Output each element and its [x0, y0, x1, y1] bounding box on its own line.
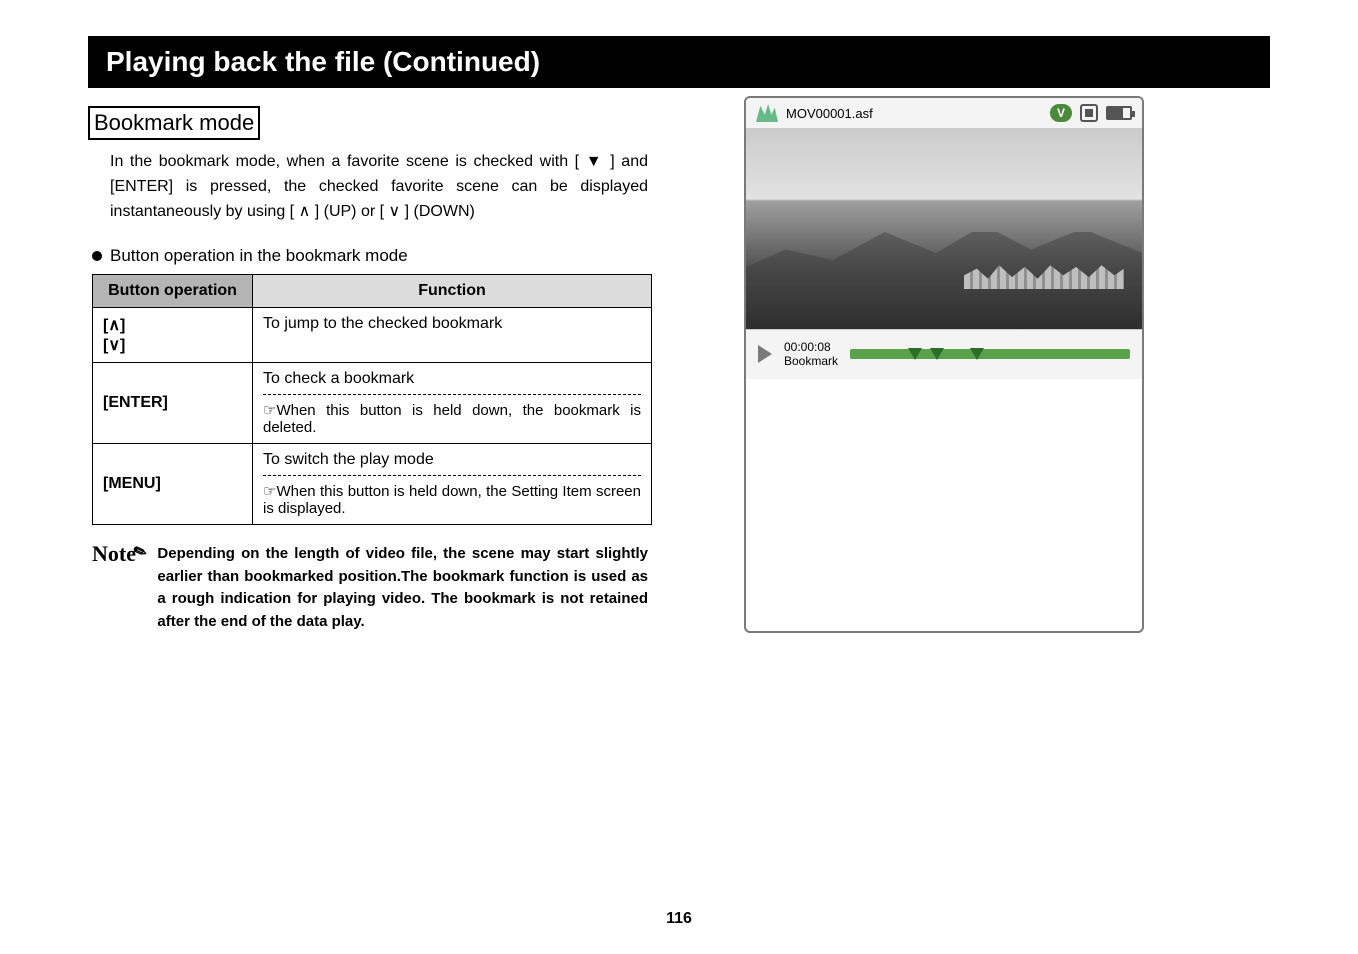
col-header-function: Function — [253, 275, 652, 308]
timestamp-label: 00:00:08 — [784, 340, 838, 354]
page-title: Playing back the file (Continued) — [88, 36, 1270, 88]
play-icon — [758, 345, 772, 363]
fn-sub: ☞When this button is held down, the book… — [263, 394, 641, 436]
battery-icon — [1106, 106, 1132, 120]
button-operation-table: Button operation Function [∧] [∨] To jum… — [92, 274, 652, 525]
device-screenshot: MOV00001.asf V 00:00:08 Bookmark — [744, 96, 1144, 633]
bullet-heading: Button operation in the bookmark mode — [110, 246, 408, 266]
note-label: Note✎ — [92, 543, 149, 633]
filename-label: MOV00001.asf — [786, 106, 1042, 121]
intro-paragraph: In the bookmark mode, when a favorite sc… — [88, 150, 648, 224]
note-text: Depending on the length of video file, t… — [157, 543, 648, 633]
device-statusbar: 00:00:08 Bookmark — [746, 329, 1142, 379]
fn-main: To switch the play mode — [263, 451, 641, 475]
fn-sub: ☞When this button is held down, the Sett… — [263, 475, 641, 517]
note-label-text: Note — [92, 541, 136, 566]
fn-main: To check a bookmark — [263, 370, 641, 394]
cell-function: To check a bookmark ☞When this button is… — [253, 363, 652, 444]
cell-function: To jump to the checked bookmark — [253, 308, 652, 363]
cell-button: [∧] [∨] — [93, 308, 253, 363]
fn-main: To jump to the checked bookmark — [263, 315, 641, 339]
bullet-icon — [92, 251, 102, 261]
page-number: 116 — [0, 910, 1358, 928]
bookmark-marker-icon — [908, 348, 922, 360]
table-row: [MENU] To switch the play mode ☞When thi… — [93, 444, 652, 525]
cell-button: [MENU] — [93, 444, 253, 525]
stop-icon — [1080, 104, 1098, 122]
bookmark-marker-icon — [930, 348, 944, 360]
cell-button: [ENTER] — [93, 363, 253, 444]
device-titlebar: MOV00001.asf V — [746, 98, 1142, 129]
section-heading: Bookmark mode — [88, 106, 260, 140]
bookmark-marker-icon — [970, 348, 984, 360]
table-row: [∧] [∨] To jump to the checked bookmark — [93, 308, 652, 363]
cell-function: To switch the play mode ☞When this butto… — [253, 444, 652, 525]
playmode-label: Bookmark — [784, 354, 838, 368]
app-icon — [756, 104, 778, 122]
video-frame — [746, 129, 1142, 329]
progress-area — [850, 348, 1130, 360]
mode-badge: V — [1050, 104, 1072, 122]
col-header-button: Button operation — [93, 275, 253, 308]
table-row: [ENTER] To check a bookmark ☞When this b… — [93, 363, 652, 444]
